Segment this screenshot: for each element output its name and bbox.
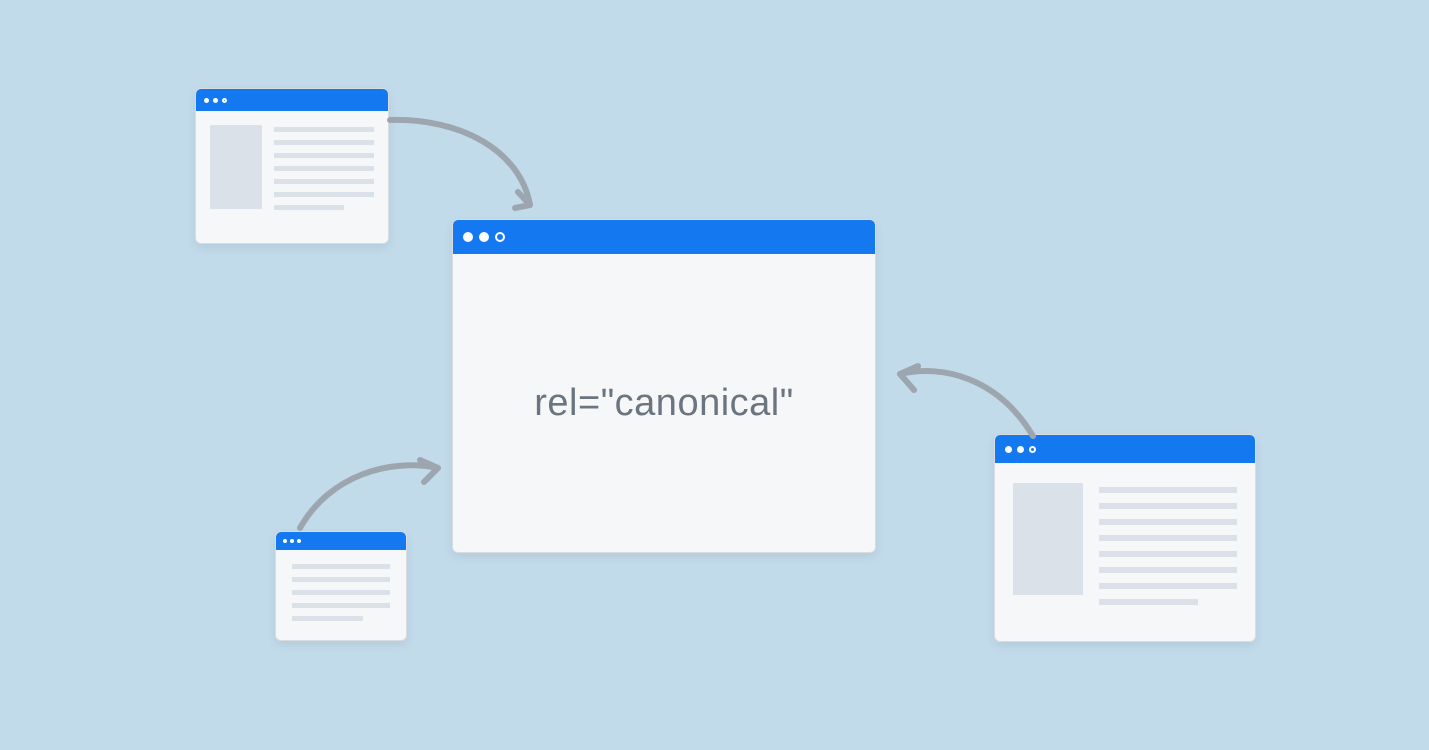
arrow-bottom-left-to-canonical-icon [290,450,460,550]
text-line-placeholder [1099,599,1198,605]
content-thumbnail-placeholder [210,125,262,209]
window-dot-icon [204,98,209,103]
text-line-placeholder [292,590,390,595]
window-dot-icon [479,232,489,242]
text-line-placeholder [292,616,363,621]
text-line-placeholder [292,603,390,608]
text-line-placeholder [274,166,374,171]
window-body [276,550,406,635]
canonical-page-window: rel="canonical" [452,219,876,553]
window-dot-outline-icon [495,232,505,242]
text-line-placeholder [274,192,374,197]
text-line-placeholder [1099,567,1237,573]
text-line-placeholder [292,577,390,582]
window-body: rel="canonical" [453,254,875,552]
arrow-top-left-to-canonical-icon [380,110,550,230]
window-dot-outline-icon [222,98,227,103]
window-dot-icon [283,539,287,543]
text-line-placeholder [1099,487,1237,493]
window-titlebar [196,89,388,111]
text-line-placeholder [1099,535,1237,541]
duplicate-page-window-right [994,434,1256,642]
text-line-placeholder [274,140,374,145]
content-thumbnail-placeholder [1013,483,1083,595]
window-dot-icon [463,232,473,242]
text-line-placeholder [274,179,374,184]
canonical-label: rel="canonical" [534,382,793,425]
content-text-lines [1099,483,1237,605]
text-line-placeholder [1099,551,1237,557]
text-line-placeholder [274,127,374,132]
text-line-placeholder [274,205,344,210]
window-body [196,111,388,220]
text-line-placeholder [292,564,390,569]
window-dot-icon [213,98,218,103]
text-line-placeholder [1099,519,1237,525]
text-line-placeholder [1099,503,1237,509]
arrow-right-to-canonical-icon [888,358,1048,458]
window-body [995,463,1255,619]
content-text-lines [274,125,374,210]
text-line-placeholder [1099,583,1237,589]
text-line-placeholder [274,153,374,158]
duplicate-page-window-top-left [195,88,389,244]
